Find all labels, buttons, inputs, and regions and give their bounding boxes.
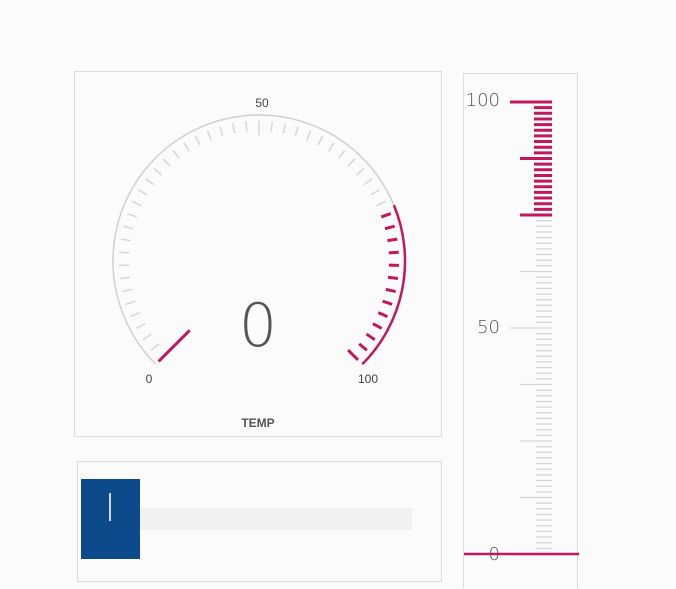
gauge-tick — [386, 289, 396, 291]
linear-scale-panel: 100 50 0 — [463, 73, 578, 588]
scale-top-label: 100 — [460, 90, 500, 111]
slider-track[interactable] — [140, 508, 412, 530]
scale-bottom-label: 0 — [460, 544, 500, 565]
gauge-tick — [184, 143, 189, 151]
gauge-tick — [127, 214, 136, 217]
gauge-tick — [271, 122, 272, 132]
gauge-tick — [119, 252, 129, 253]
gauge-tick — [283, 123, 285, 133]
gauge-tick — [138, 190, 147, 195]
gauge-tick — [233, 123, 235, 133]
gauge-tick — [132, 201, 141, 205]
gauge-tick — [121, 239, 131, 241]
gauge-tick — [246, 122, 247, 132]
scale-mid-label: 50 — [460, 317, 500, 338]
gauge-tick — [146, 179, 154, 185]
gauge-tick — [207, 131, 211, 140]
gauge-tick — [357, 168, 365, 175]
gauge-tick — [307, 131, 311, 140]
gauge-tick — [371, 190, 380, 195]
gauge-tick — [120, 277, 130, 278]
gauge-max-label: 100 — [348, 372, 388, 386]
gauge-tick — [154, 168, 162, 175]
gauge-tick — [163, 159, 170, 166]
gauge-tick — [329, 143, 334, 151]
gauge-tick — [387, 239, 397, 241]
gauge-tick — [385, 226, 395, 228]
gauge-tick — [339, 150, 345, 158]
gauge-tick — [173, 150, 179, 158]
gauge-tick — [122, 289, 132, 291]
gauge-tick — [381, 214, 390, 217]
slider-grip-icon — [109, 493, 111, 521]
gauge-mid-label: 50 — [242, 96, 282, 110]
gauge-tick — [295, 127, 298, 137]
gauge-tick — [123, 226, 133, 228]
slider-thumb[interactable] — [81, 479, 140, 559]
gauge-tick — [377, 201, 386, 205]
gauge-title: TEMP — [75, 416, 441, 430]
gauge-tick — [348, 159, 355, 166]
gauge-tick — [389, 252, 399, 253]
gauge-min-label: 0 — [129, 372, 169, 386]
gauge-tick — [220, 127, 223, 137]
gauge-tick — [318, 136, 323, 145]
gauge-tick — [195, 136, 200, 145]
gauge-tick — [388, 277, 398, 278]
gauge-value: 0 — [75, 296, 441, 356]
gauge-tick — [364, 179, 372, 185]
slider-panel — [77, 461, 442, 582]
temp-gauge-panel: 50 0 100 0 TEMP — [74, 71, 442, 437]
